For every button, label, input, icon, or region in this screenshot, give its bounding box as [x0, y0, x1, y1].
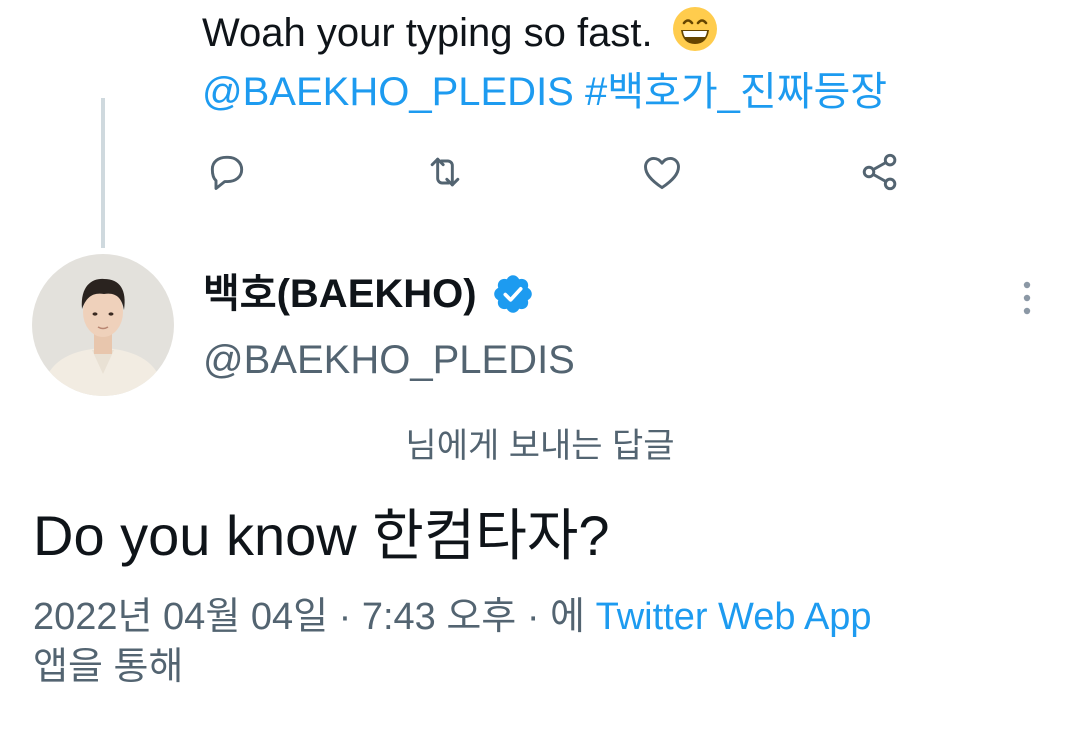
like-heart-icon	[644, 156, 680, 190]
parent-tweet-links: @BAEKHO_PLEDIS #백호가_진짜등장	[202, 66, 887, 118]
parent-tweet-action-bar	[0, 146, 1080, 198]
share-icon	[862, 153, 897, 191]
tweet-source-suffix: 앱을 통해	[33, 646, 184, 688]
retweet-icon	[430, 157, 460, 187]
more-options-icon	[1023, 281, 1031, 315]
verified-badge-icon	[493, 275, 532, 313]
like-button[interactable]	[636, 146, 688, 198]
grinning-face-emoji-icon	[672, 7, 717, 51]
avatar[interactable]	[32, 254, 174, 396]
author-display-name[interactable]: 백호(BAEKHO)	[203, 268, 535, 320]
more-options-button[interactable]	[1010, 278, 1044, 318]
reply-button[interactable]	[201, 146, 253, 198]
retweet-button[interactable]	[419, 146, 471, 198]
parent-tweet-text: Woah your typing so fast.	[202, 6, 718, 59]
reply-tweet-text: Do you know 한컴타자?	[33, 504, 610, 567]
tweet-metadata: 2022년 04월 04일 · 7:43 오후 · 에 Twitter Web …	[33, 592, 1033, 692]
profile-photo	[32, 254, 174, 396]
author-handle[interactable]: @BAEKHO_PLEDIS	[203, 334, 575, 386]
tweet-source-link[interactable]: Twitter Web App	[596, 596, 872, 638]
author-name-text: 백호(BAEKHO)	[203, 272, 477, 316]
share-button[interactable]	[854, 146, 906, 198]
parent-tweet-body: Woah your typing so fast.	[202, 11, 653, 55]
mention-link[interactable]: @BAEKHO_PLEDIS	[202, 70, 574, 114]
tweet-timestamp[interactable]: 2022년 04월 04일 · 7:43 오후 · 에	[33, 596, 585, 638]
reply-icon	[210, 155, 244, 190]
hashtag-link[interactable]: #백호가_진짜등장	[585, 70, 887, 114]
tweet-detail-view: Woah your typing so fast. @BAEKHO_PLEDIS…	[0, 0, 1080, 731]
replying-to-label: 님에게 보내는 답글	[405, 427, 675, 465]
